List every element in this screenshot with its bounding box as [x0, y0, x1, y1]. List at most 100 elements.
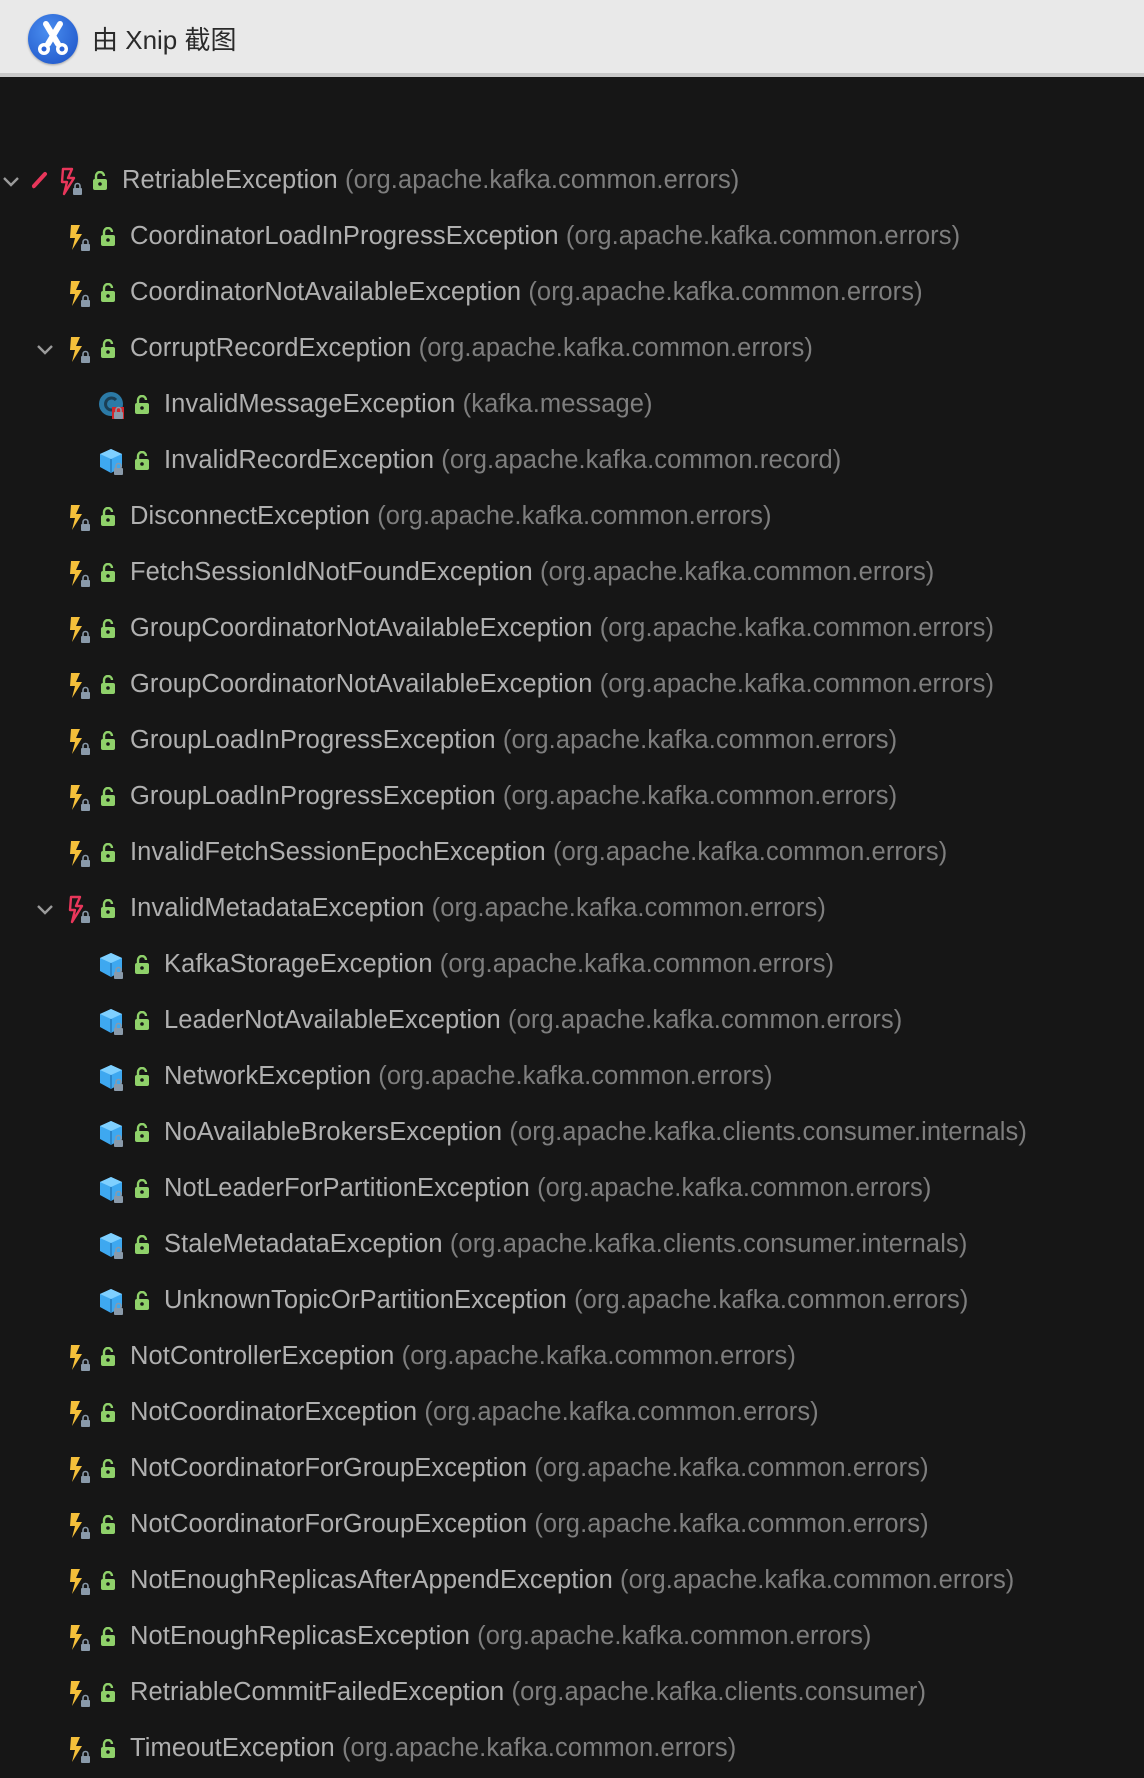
package-name: (org.apache.kafka.common.errors) [502, 726, 898, 754]
exception-icon [70, 281, 90, 307]
package-name: (org.apache.kafka.common.errors) [439, 950, 835, 978]
exception-icon [70, 1513, 90, 1539]
public-lock-icon [135, 395, 149, 414]
public-lock-icon [101, 227, 115, 246]
package-name: (org.apache.kafka.common.errors) [574, 1286, 969, 1314]
public-lock-icon [101, 619, 115, 638]
exception-icon [70, 1681, 90, 1707]
tree-item[interactable]: GroupLoadInProgressException (org.apache… [0, 714, 1144, 770]
class-name: CoordinatorNotAvailableException [130, 278, 522, 306]
class-name: NotLeaderForPartitionException [164, 1174, 530, 1202]
package-name: (org.apache.kafka.common.errors) [534, 1454, 929, 1482]
tree-item[interactable]: RetriableException (org.apache.kafka.com… [0, 154, 1144, 210]
tree-item[interactable]: NotLeaderForPartitionException (org.apac… [0, 1162, 1144, 1218]
package-name: (org.apache.kafka.common.errors) [431, 894, 826, 922]
tree-item[interactable]: InvalidRecordException (org.apache.kafka… [0, 434, 1144, 490]
tree-item[interactable]: NoAvailableBrokersException (org.apache.… [0, 1106, 1144, 1162]
tree-item[interactable]: NotCoordinatorException (org.apache.kafk… [0, 1386, 1144, 1442]
package-name: (org.apache.kafka.common.errors) [378, 1062, 773, 1090]
package-name: (kafka.message) [462, 390, 653, 418]
exception-icon [70, 505, 90, 531]
tree-item[interactable]: InvalidMetadataException (org.apache.kaf… [0, 882, 1144, 938]
package-name: (org.apache.kafka.common.errors) [528, 278, 923, 306]
exception-icon [70, 673, 90, 699]
class-name: NotCoordinatorException [130, 1398, 418, 1426]
tree-item[interactable]: NotCoordinatorForGroupException (org.apa… [0, 1442, 1144, 1498]
exception-icon [70, 729, 90, 755]
class-name: GroupLoadInProgressException [130, 726, 496, 754]
class-icon [100, 1121, 123, 1147]
public-lock-icon [135, 451, 149, 470]
chevron-down-icon[interactable] [0, 168, 22, 194]
class-name: GroupCoordinatorNotAvailableException [130, 614, 593, 642]
public-lock-icon [135, 955, 149, 974]
class-name: TimeoutException [130, 1734, 335, 1762]
tree-item[interactable]: LeaderNotAvailableException (org.apache.… [0, 994, 1144, 1050]
tree-item[interactable]: CorruptRecordException (org.apache.kafka… [0, 322, 1144, 378]
class-icon [100, 1233, 123, 1259]
tree-item[interactable]: UnknownTopicOrPartitionException (org.ap… [0, 1274, 1144, 1330]
exception-icon [70, 561, 90, 587]
exception-icon [70, 1737, 90, 1763]
public-lock-icon [101, 1459, 115, 1478]
chevron-down-icon[interactable] [34, 336, 56, 362]
exception-icon [70, 1569, 90, 1595]
class-name: GroupCoordinatorNotAvailableException [130, 670, 593, 698]
tree-item[interactable]: NotEnoughReplicasException (org.apache.k… [0, 1610, 1144, 1666]
public-lock-icon [101, 787, 115, 806]
tree-item[interactable]: TimeoutException (org.apache.kafka.commo… [0, 1722, 1144, 1778]
chevron-down-icon[interactable] [34, 896, 56, 922]
class-name: NotEnoughReplicasAfterAppendException [130, 1566, 613, 1594]
class-name: NotCoordinatorForGroupException [130, 1454, 528, 1482]
package-name: (org.apache.kafka.clients.consumer.inter… [449, 1230, 968, 1258]
tree-item[interactable]: KafkaStorageException (org.apache.kafka.… [0, 938, 1144, 994]
class-name: DisconnectException [130, 502, 371, 530]
class-name: NoAvailableBrokersException [164, 1118, 503, 1146]
class-name: CoordinatorLoadInProgressException [130, 222, 559, 250]
package-name: (org.apache.kafka.common.errors) [537, 1174, 932, 1202]
public-lock-icon [101, 563, 115, 582]
tree-item[interactable]: GroupLoadInProgressException (org.apache… [0, 770, 1144, 826]
package-name: (org.apache.kafka.common.errors) [418, 334, 813, 362]
tree-item[interactable]: StaleMetadataException (org.apache.kafka… [0, 1218, 1144, 1274]
tree-item[interactable]: FetchSessionIdNotFoundException (org.apa… [0, 546, 1144, 602]
tree-item[interactable]: CoordinatorLoadInProgressException (org.… [0, 210, 1144, 266]
class-name: NotEnoughReplicasException [130, 1622, 470, 1650]
class-name: GroupLoadInProgressException [130, 782, 496, 810]
public-lock-icon [101, 675, 115, 694]
class-name: InvalidMetadataException [130, 894, 425, 922]
package-name: (org.apache.kafka.common.errors) [552, 838, 948, 866]
package-name: (org.apache.kafka.common.errors) [599, 614, 995, 642]
tree-item[interactable]: NetworkException (org.apache.kafka.commo… [0, 1050, 1144, 1106]
exception-icon [70, 841, 90, 867]
tree-item[interactable]: CoordinatorNotAvailableException (org.ap… [0, 266, 1144, 322]
title-bar: 由 Xnip 截图 [0, 0, 1144, 77]
class-name: InvalidMessageException [164, 390, 456, 418]
tree-item[interactable]: RetriableCommitFailedException (org.apac… [0, 1666, 1144, 1722]
public-lock-icon [101, 843, 115, 862]
pencil-icon [32, 172, 47, 189]
exception-icon [70, 1457, 90, 1483]
tree-item[interactable]: NotEnoughReplicasAfterAppendException (o… [0, 1554, 1144, 1610]
public-lock-icon [101, 1571, 115, 1590]
class-name: UnknownTopicOrPartitionException [164, 1286, 567, 1314]
exception-icon [70, 225, 90, 251]
tree-item[interactable]: NotCoordinatorForGroupException (org.apa… [0, 1498, 1144, 1554]
class-name: InvalidRecordException [164, 446, 435, 474]
public-lock-icon [101, 1627, 115, 1646]
exception-red-icon [60, 167, 82, 196]
package-name: (org.apache.kafka.common.errors) [534, 1510, 929, 1538]
tree-item[interactable]: GroupCoordinatorNotAvailableException (o… [0, 658, 1144, 714]
package-name: (org.apache.kafka.common.record) [441, 446, 842, 474]
public-lock-icon [101, 731, 115, 750]
package-name: (org.apache.kafka.common.errors) [620, 1566, 1015, 1594]
tree-item[interactable]: NotControllerException (org.apache.kafka… [0, 1330, 1144, 1386]
tree-item[interactable]: DisconnectException (org.apache.kafka.co… [0, 490, 1144, 546]
exception-icon [70, 337, 90, 363]
class-icon [100, 449, 123, 475]
class-name: CorruptRecordException [130, 334, 412, 362]
tree-item[interactable]: GroupCoordinatorNotAvailableException (o… [0, 602, 1144, 658]
tree-item[interactable]: InvalidFetchSessionEpochException (org.a… [0, 826, 1144, 882]
tree-item[interactable]: InvalidMessageException (kafka.message) [0, 378, 1144, 434]
exception-icon [70, 1625, 90, 1651]
